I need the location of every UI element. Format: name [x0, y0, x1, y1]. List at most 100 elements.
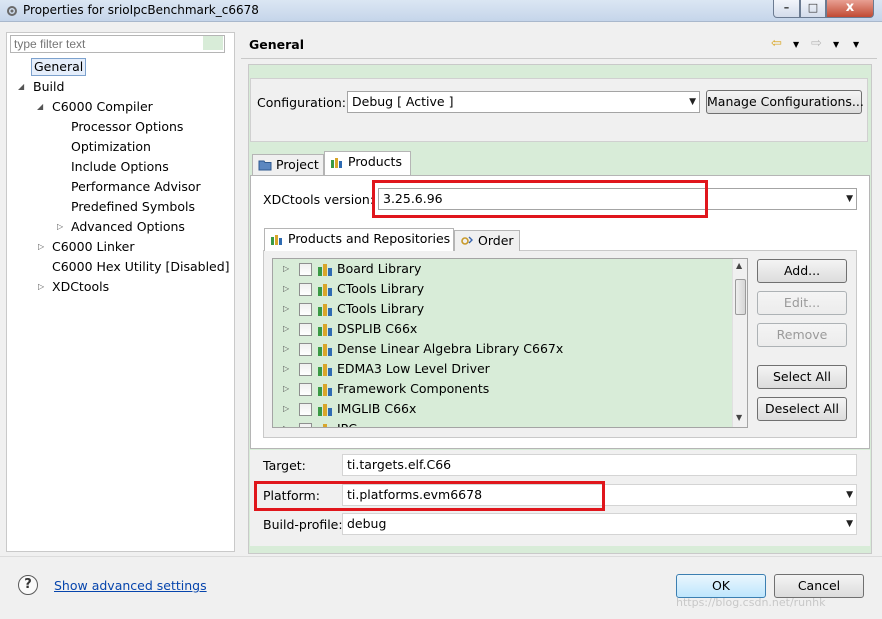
product-checkbox[interactable]: [299, 403, 312, 416]
tab-products-and-repositories[interactable]: Products and Repositories: [264, 228, 454, 251]
tab-project[interactable]: Project: [252, 154, 324, 176]
app-gear-icon: [7, 6, 17, 16]
product-checkbox[interactable]: [299, 283, 312, 296]
product-name: Dense Linear Algebra Library C667x: [337, 341, 564, 356]
collapsed-arrow-icon[interactable]: ▷: [283, 299, 289, 319]
configuration-select[interactable]: Debug [ Active ] ▼: [347, 91, 700, 113]
clear-filter-icon[interactable]: [203, 36, 223, 50]
product-row[interactable]: ▷ CTools Library: [273, 279, 733, 299]
library-icon: [271, 235, 282, 245]
product-row[interactable]: ▷ IPC: [273, 419, 733, 427]
collapsed-arrow-icon[interactable]: ▷: [283, 379, 289, 399]
collapsed-arrow-icon[interactable]: ▷: [283, 419, 289, 427]
add-button[interactable]: Add...: [757, 259, 847, 283]
collapsed-arrow-icon[interactable]: ▷: [283, 279, 289, 299]
scroll-thumb[interactable]: [735, 279, 746, 315]
library-icon: [331, 158, 342, 168]
select-all-button[interactable]: Select All: [757, 365, 847, 389]
product-row[interactable]: ▷ Dense Linear Algebra Library C667x: [273, 339, 733, 359]
xdctools-version-value: 3.25.6.96: [383, 191, 443, 206]
collapsed-arrow-icon[interactable]: ▷: [283, 319, 289, 339]
product-checkbox[interactable]: [299, 263, 312, 276]
collapsed-arrow-icon[interactable]: ▷: [38, 277, 48, 297]
dropdown-arrow-icon: ▼: [846, 194, 853, 204]
product-name: Framework Components: [337, 381, 490, 396]
product-name: CTools Library: [337, 301, 425, 316]
dropdown-arrow-icon: ▼: [846, 490, 853, 500]
footer-divider: [0, 556, 882, 557]
tree-item-label: C6000 Compiler: [52, 99, 153, 114]
configuration-value: Debug [ Active ]: [352, 94, 454, 109]
target-field[interactable]: ti.targets.elf.C66: [342, 454, 857, 476]
tree-item-label: XDCtools: [52, 279, 110, 294]
product-row[interactable]: ▷ Board Library: [273, 259, 733, 279]
view-menu-icon[interactable]: ▼: [853, 40, 859, 49]
collapsed-arrow-icon[interactable]: ▷: [38, 237, 48, 257]
manage-configurations-button[interactable]: Manage Configurations...: [706, 90, 864, 114]
forward-arrow-icon[interactable]: ⇨: [811, 36, 822, 51]
ok-button[interactable]: OK: [676, 574, 766, 598]
product-name: EDMA3 Low Level Driver: [337, 361, 490, 376]
library-icon: [318, 344, 332, 356]
help-icon[interactable]: ?: [18, 575, 38, 595]
products-list[interactable]: ▷ Board Library ▷ CTools Library ▷ CTools Lib…: [272, 258, 748, 428]
minimize-button[interactable]: –: [773, 0, 800, 18]
product-checkbox[interactable]: [299, 363, 312, 376]
scroll-up-icon[interactable]: ▲: [736, 261, 742, 270]
order-icon: [461, 236, 473, 245]
product-name: DSPLIB C66x: [337, 321, 418, 336]
back-menu-chevron-icon[interactable]: ▼: [793, 40, 799, 49]
cancel-button[interactable]: Cancel: [774, 574, 864, 598]
filter-input[interactable]: [10, 35, 225, 53]
platform-select[interactable]: ti.platforms.evm6678 ▼: [342, 484, 857, 506]
product-row[interactable]: ▷ EDMA3 Low Level Driver: [273, 359, 733, 379]
library-icon: [318, 404, 332, 416]
scroll-down-icon[interactable]: ▼: [736, 413, 742, 422]
back-arrow-icon[interactable]: ⇦: [771, 36, 782, 51]
collapsed-arrow-icon[interactable]: ▷: [283, 399, 289, 419]
library-icon: [318, 384, 332, 396]
collapsed-arrow-icon[interactable]: ▷: [283, 339, 289, 359]
maximize-button[interactable]: □: [800, 0, 826, 18]
product-checkbox[interactable]: [299, 323, 312, 336]
header-divider: [241, 58, 877, 59]
product-name: IMGLIB C66x: [337, 401, 417, 416]
expanded-arrow-icon[interactable]: ◢: [18, 77, 28, 97]
build-profile-select[interactable]: debug ▼: [342, 513, 857, 535]
library-icon: [318, 284, 332, 296]
edit-button[interactable]: Edit...: [757, 291, 847, 315]
product-row[interactable]: ▷ CTools Library: [273, 299, 733, 319]
product-checkbox[interactable]: [299, 383, 312, 396]
tab-products[interactable]: Products: [324, 151, 411, 175]
tab-order[interactable]: Order: [454, 230, 520, 251]
products-list-scrollbar[interactable]: ▲ ▼: [732, 259, 747, 427]
expanded-arrow-icon[interactable]: ◢: [37, 97, 47, 117]
product-row[interactable]: ▷ Framework Components: [273, 379, 733, 399]
show-advanced-settings-link[interactable]: Show advanced settings: [54, 578, 207, 593]
deselect-all-button[interactable]: Deselect All: [757, 397, 847, 421]
dropdown-arrow-icon: ▼: [846, 519, 853, 529]
product-name: Board Library: [337, 261, 422, 276]
product-checkbox[interactable]: [299, 343, 312, 356]
collapsed-arrow-icon[interactable]: ▷: [57, 217, 67, 237]
product-row[interactable]: ▷ IMGLIB C66x: [273, 399, 733, 419]
library-icon: [318, 324, 332, 336]
property-tree-panel: General ◢ Build ◢ C6000 Compiler Process…: [6, 32, 235, 552]
product-checkbox[interactable]: [299, 423, 312, 427]
close-button[interactable]: x: [826, 0, 874, 18]
xdctools-version-select[interactable]: 3.25.6.96 ▼: [378, 188, 857, 210]
target-label: Target:: [263, 458, 306, 473]
forward-menu-chevron-icon[interactable]: ▼: [833, 40, 839, 49]
tree-item-label: Include Options: [71, 159, 169, 174]
title-bar: Properties for srioIpcBenchmark_c6678 – …: [0, 0, 882, 22]
product-checkbox[interactable]: [299, 303, 312, 316]
remove-button[interactable]: Remove: [757, 323, 847, 347]
build-profile-label: Build-profile:: [263, 517, 343, 532]
product-row[interactable]: ▷ DSPLIB C66x: [273, 319, 733, 339]
tree-item-label: Build: [33, 79, 65, 94]
product-name: IPC: [337, 419, 357, 427]
collapsed-arrow-icon[interactable]: ▷: [283, 359, 289, 379]
tree-item-label: Predefined Symbols: [71, 199, 195, 214]
product-name: CTools Library: [337, 281, 425, 296]
collapsed-arrow-icon[interactable]: ▷: [283, 259, 289, 279]
